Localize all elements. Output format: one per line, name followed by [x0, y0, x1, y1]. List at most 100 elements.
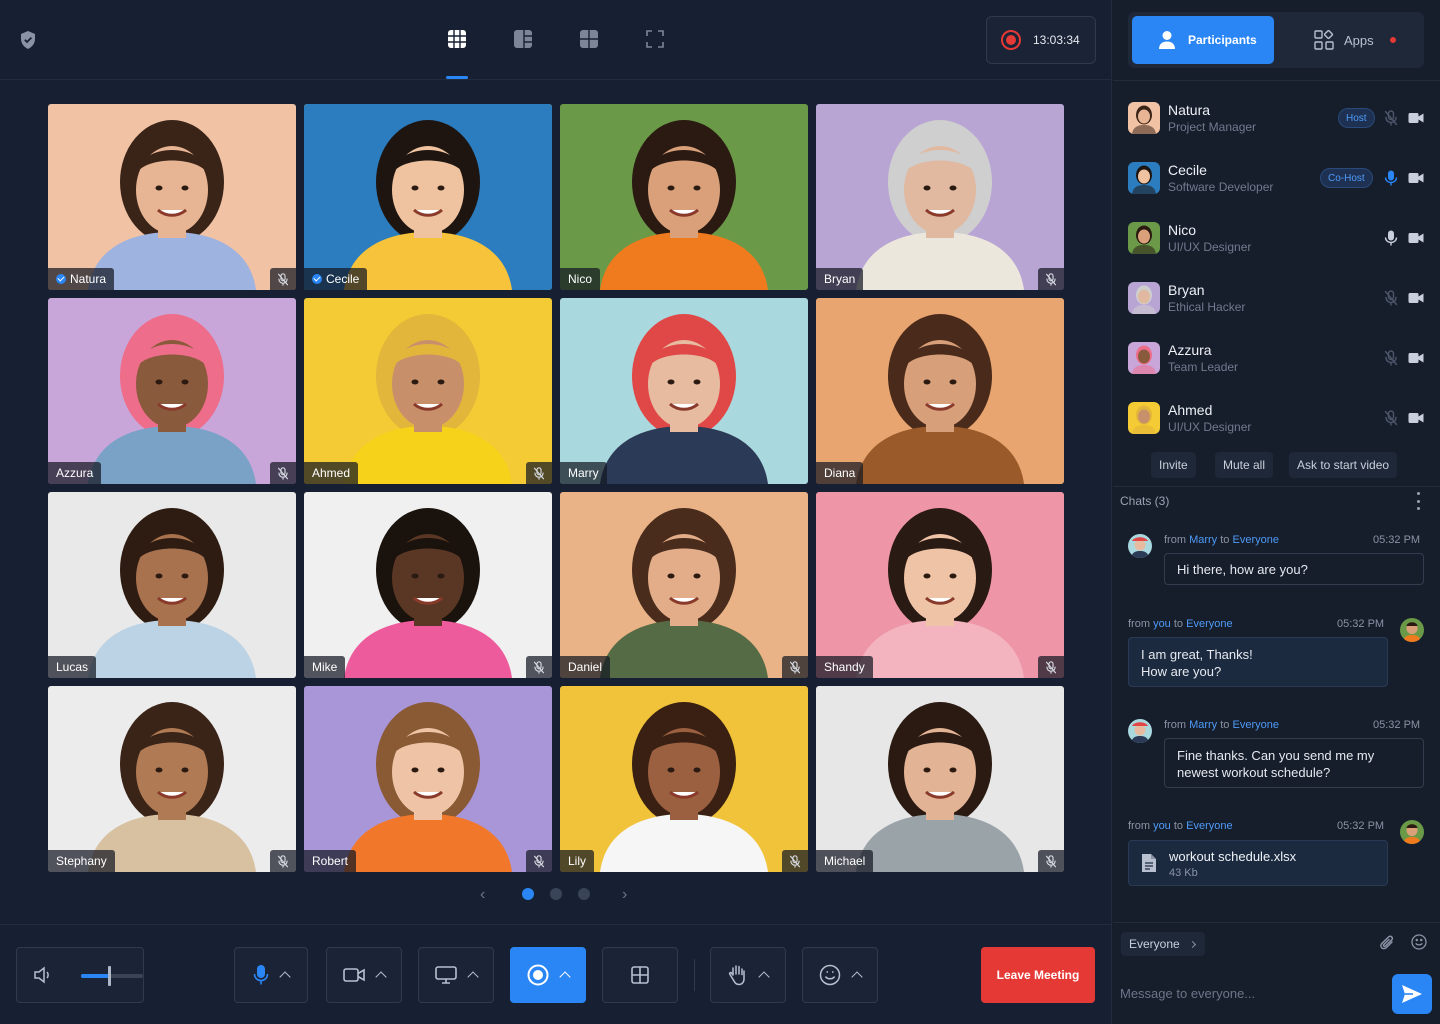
volume-control[interactable] [16, 947, 144, 1003]
participant-row-cecile[interactable]: Cecile Software Developer Co-Host [1128, 156, 1428, 200]
video-camera-icon[interactable] [1408, 411, 1424, 425]
video-tile-robert[interactable]: Robert [304, 686, 552, 872]
participant-row-natura[interactable]: Natura Project Manager Host [1128, 96, 1428, 140]
video-camera-icon[interactable] [1408, 171, 1424, 185]
video-tile-bryan[interactable]: Bryan [816, 104, 1064, 290]
chats-heading: Chats (3) [1120, 494, 1170, 508]
volume-handle[interactable] [107, 966, 111, 986]
grid-view-button[interactable] [446, 28, 468, 50]
chevron-up-icon[interactable] [758, 971, 770, 983]
mic-off-icon[interactable] [1384, 110, 1398, 126]
quad-view-button[interactable] [578, 28, 600, 50]
page-dot-2[interactable] [550, 888, 562, 900]
page-dot-3[interactable] [578, 888, 590, 900]
volume-slider[interactable] [81, 966, 143, 986]
mic-off-icon[interactable] [1384, 410, 1398, 426]
participant-name-tag: Daniel [560, 656, 611, 678]
raise-hand-button[interactable] [710, 947, 786, 1003]
prev-page-icon[interactable]: ‹ [480, 886, 485, 904]
participant-name-tag: Azzura [48, 462, 102, 484]
chevron-up-icon[interactable] [279, 971, 291, 983]
main-stage: 13:03:34 Natura Cecile Nico Bryan Azzura Ahme… [0, 0, 1112, 1024]
participant-row-bryan[interactable]: Bryan Ethical Hacker [1128, 276, 1428, 320]
participant-row-ahmed[interactable]: Ahmed UI/UX Designer [1128, 396, 1428, 440]
chevron-up-icon[interactable] [851, 971, 863, 983]
send-button[interactable] [1392, 974, 1432, 1014]
mic-off-icon [782, 656, 808, 678]
message-meta: from Marry to Everyone [1164, 534, 1279, 546]
video-tile-ahmed[interactable]: Ahmed [304, 298, 552, 484]
reactions-button[interactable] [802, 947, 878, 1003]
video-camera-icon[interactable] [1408, 231, 1424, 245]
participant-name: Bryan [1168, 282, 1205, 298]
video-tile-shandy[interactable]: Shandy [816, 492, 1064, 678]
message-meta: from you to Everyone [1128, 618, 1233, 630]
video-tile-marry[interactable]: Marry [560, 298, 808, 484]
fullscreen-view-button[interactable] [644, 28, 666, 50]
sidebar-view-button[interactable] [512, 28, 534, 50]
participant-name-tag: Mike [304, 656, 346, 678]
video-tile-michael[interactable]: Michael [816, 686, 1064, 872]
video-tile-lucas[interactable]: Lucas [48, 492, 296, 678]
tab-apps-label: Apps [1344, 32, 1374, 48]
video-tile-mike[interactable]: Mike [304, 492, 552, 678]
emoji-icon[interactable] [1411, 934, 1427, 950]
message-input[interactable] [1120, 978, 1380, 1008]
video-tile-diana[interactable]: Diana [816, 298, 1064, 484]
participant-row-azzura[interactable]: Azzura Team Leader [1128, 336, 1428, 380]
video-tile-stephany[interactable]: Stephany [48, 686, 296, 872]
video-tile-cecile[interactable]: Cecile [304, 104, 552, 290]
leave-meeting-button[interactable]: Leave Meeting [981, 947, 1095, 1003]
paperclip-icon[interactable] [1379, 934, 1395, 952]
microphone-icon [253, 965, 269, 985]
grid-pager: ‹ › [476, 884, 636, 904]
record-button[interactable] [510, 947, 586, 1003]
participant-name: Lucas [56, 660, 89, 674]
video-tile-nico[interactable]: Nico [560, 104, 808, 290]
active-view-indicator [446, 76, 468, 79]
mic-off-icon [526, 462, 552, 484]
participant-name: Cecile [326, 272, 360, 286]
grid-view-icon [448, 30, 466, 48]
more-options-icon[interactable] [1417, 492, 1421, 510]
camera-button[interactable] [326, 947, 402, 1003]
share-screen-button[interactable] [418, 947, 494, 1003]
sidebar-view-icon [514, 30, 532, 48]
microphone-icon[interactable] [1384, 170, 1398, 186]
participant-name: Ahmed [312, 466, 351, 480]
video-tile-natura[interactable]: Natura [48, 104, 296, 290]
participant-name: Natura [1168, 102, 1211, 118]
verified-icon [56, 274, 66, 284]
mute-all-button[interactable]: Mute all [1215, 452, 1274, 478]
participant-name-tag: Ahmed [304, 462, 359, 484]
microphone-icon[interactable] [1384, 230, 1398, 246]
recording-indicator[interactable]: 13:03:34 [986, 16, 1096, 64]
shield-icon[interactable] [18, 30, 38, 50]
participant-row-nico[interactable]: Nico UI/UX Designer [1128, 216, 1428, 260]
video-camera-icon[interactable] [1408, 291, 1424, 305]
mic-off-icon[interactable] [1384, 350, 1398, 366]
video-tile-lily[interactable]: Lily [560, 686, 808, 872]
layout-button[interactable] [602, 947, 678, 1003]
video-camera-icon[interactable] [1408, 351, 1424, 365]
next-page-icon[interactable]: › [622, 886, 627, 904]
microphone-button[interactable] [234, 947, 308, 1003]
page-dot-1[interactable] [522, 888, 534, 900]
file-attachment[interactable]: workout schedule.xlsx 43 Kb [1128, 840, 1388, 886]
video-camera-icon[interactable] [1408, 111, 1424, 125]
chevron-up-icon[interactable] [559, 971, 571, 983]
invite-button[interactable]: Invite [1151, 452, 1196, 478]
participant-name-tag: Diana [816, 462, 864, 484]
participant-name: Michael [824, 854, 866, 868]
mic-off-icon[interactable] [1384, 290, 1398, 306]
ask-start-video-button[interactable]: Ask to start video [1289, 452, 1398, 478]
message-time: 05:32 PM [1337, 820, 1385, 832]
chevron-up-icon[interactable] [467, 971, 479, 983]
chevron-up-icon[interactable] [375, 971, 387, 983]
video-tile-azzura[interactable]: Azzura [48, 298, 296, 484]
tab-participants[interactable]: Participants [1132, 16, 1274, 64]
message-time: 05:32 PM [1373, 534, 1421, 546]
video-tile-daniel[interactable]: Daniel [560, 492, 808, 678]
tab-apps[interactable]: Apps [1314, 16, 1414, 64]
recipient-select[interactable]: Everyone [1121, 932, 1205, 956]
